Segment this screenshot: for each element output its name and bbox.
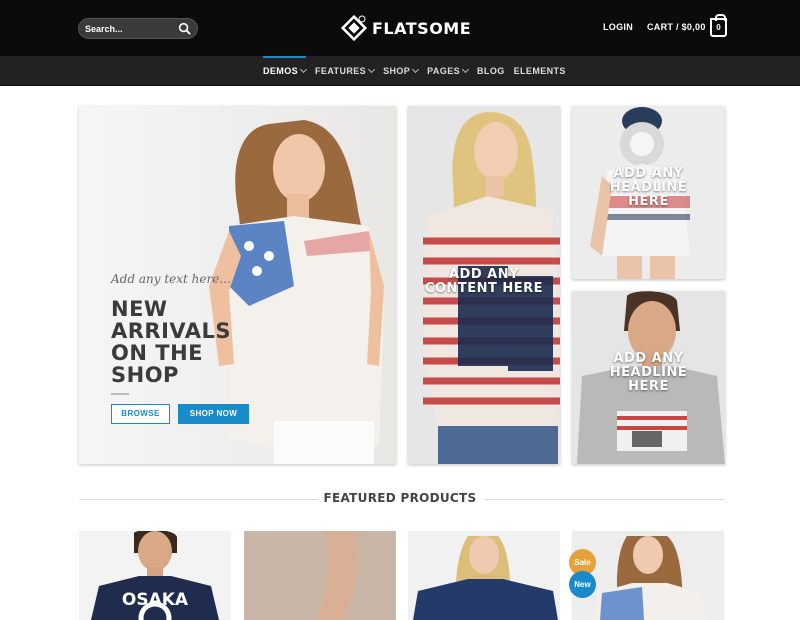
product-card[interactable] (572, 531, 724, 620)
hero-banner[interactable]: Add any text here... NEW ARRIVALS ON THE… (79, 106, 396, 464)
nav-label: BLOG (477, 66, 505, 76)
chevron-down-icon (368, 65, 376, 74)
headline-line: NEW (111, 297, 168, 321)
login-link[interactable]: LOGIN (603, 22, 633, 32)
product-image (413, 536, 558, 620)
banner-line: ADD ANY (613, 166, 684, 181)
search-input[interactable] (85, 21, 175, 37)
chevron-down-icon (412, 65, 420, 74)
nav-item-demos[interactable]: DEMOS (263, 56, 308, 86)
top-header: FLATSOME LOGIN CART / $0,00 0 (0, 0, 800, 56)
search-box[interactable] (78, 18, 198, 39)
product-image (244, 531, 396, 620)
headline-divider (111, 393, 129, 395)
nav-item-blog[interactable]: BLOG (477, 56, 505, 86)
middle-banner-text: ADD ANY CONTENT HERE (408, 268, 560, 296)
banner-line: ADD ANY (448, 267, 520, 282)
nav-label: PAGES (427, 66, 461, 76)
banner-line: HERE (628, 379, 669, 394)
chevron-down-icon (461, 65, 470, 74)
cart-bag-icon[interactable]: 0 (710, 14, 727, 37)
featured-products-title: FEATURED PRODUCTS (323, 491, 477, 505)
product-card[interactable] (244, 531, 396, 620)
hero-tagline: Add any text here... (111, 272, 231, 286)
nav-label: SHOP (383, 66, 411, 76)
top-right-banner[interactable]: ADD ANY HEADLINE HERE (572, 106, 725, 279)
product-shirt-text: OSAKA (122, 590, 189, 610)
nav-label: FEATURES (315, 66, 367, 76)
headline-line: SHOP (111, 363, 179, 387)
banner-line: CONTENT HERE (424, 281, 544, 296)
logo-diamond-icon (340, 14, 368, 42)
shop-now-button[interactable]: SHOP NOW (178, 404, 249, 424)
nav-item-pages[interactable]: PAGES (427, 56, 470, 86)
middle-banner[interactable]: ADD ANY CONTENT HERE (408, 106, 560, 464)
browse-button[interactable]: BROWSE (111, 404, 170, 424)
bottom-right-banner-text: ADD ANY HEADLINE HERE (572, 352, 725, 394)
headline-line: ON THE (111, 341, 203, 365)
main-nav: DEMOS FEATURES SHOP PAGES BLOG ELEMENTS (263, 56, 575, 86)
main-nav-bar: DEMOS FEATURES SHOP PAGES BLOG ELEMENTS (0, 56, 800, 86)
bottom-right-banner[interactable]: ADD ANY HEADLINE HERE (572, 291, 725, 464)
cart-link[interactable]: CART / $0,00 (647, 22, 706, 32)
product-image (592, 536, 707, 620)
search-icon[interactable] (178, 22, 191, 35)
product-image: OSAKA (91, 531, 219, 620)
nav-item-elements[interactable]: ELEMENTS (514, 56, 566, 86)
banner-line: HEADLINE (609, 180, 688, 195)
banner-line: HEADLINE (609, 365, 688, 380)
logo-text: FLATSOME (372, 18, 472, 38)
nav-item-features[interactable]: FEATURES (315, 56, 376, 86)
headline-line: ARRIVALS (111, 319, 231, 343)
top-right-banner-text: ADD ANY HEADLINE HERE (572, 167, 725, 209)
hero-headline: NEW ARRIVALS ON THE SHOP (111, 298, 261, 386)
banner-line: HERE (628, 194, 669, 209)
new-badge: New (569, 571, 596, 598)
nav-label: DEMOS (263, 66, 299, 76)
product-card[interactable] (408, 531, 560, 620)
site-logo[interactable]: FLATSOME (340, 13, 471, 43)
product-card[interactable]: OSAKA (79, 531, 231, 620)
nav-label: ELEMENTS (513, 66, 566, 76)
nav-item-shop[interactable]: SHOP (383, 56, 420, 86)
chevron-down-icon (299, 65, 308, 74)
banner-line: ADD ANY (613, 351, 684, 366)
